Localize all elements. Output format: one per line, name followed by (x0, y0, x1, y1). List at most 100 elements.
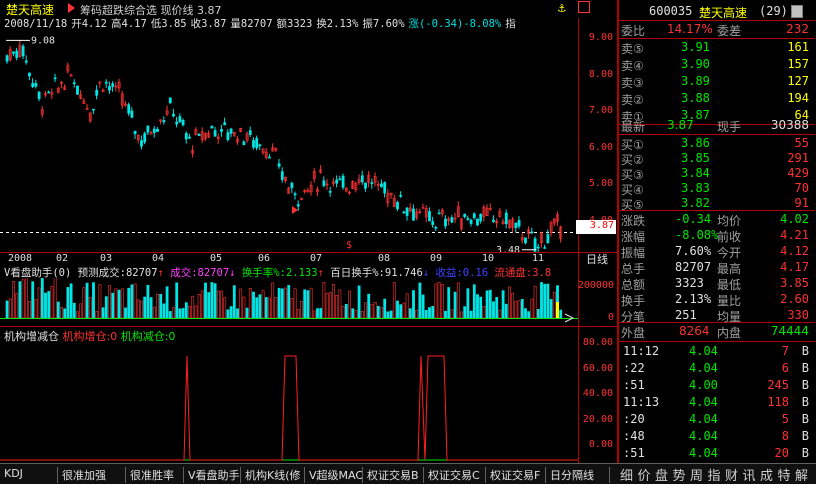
tab-9[interactable]: 日分隔线 (546, 467, 610, 483)
bid-price: 3.86 (681, 136, 710, 150)
stat-row: 振幅 7.60% 今开 4.12 (619, 243, 815, 260)
tab-0[interactable]: KDJ (0, 467, 58, 483)
tick-vol: 118 (767, 395, 789, 409)
month-tick: 2008 (8, 253, 33, 264)
tick-vol: 20 (774, 446, 789, 460)
tab-3[interactable]: V看盘助手 (184, 467, 241, 483)
price-tick: 7.00 (588, 105, 613, 116)
tick-time: :48 (623, 429, 645, 443)
tab-6[interactable]: 权证交易B (363, 467, 424, 483)
stat-value: -8.08% (675, 228, 719, 242)
institution-chart[interactable] (0, 340, 578, 462)
tab-4[interactable]: 机构K线(修 (241, 467, 305, 483)
tab-19[interactable]: 特 (778, 465, 795, 481)
ask-row: 卖② 3.88 194 (619, 90, 815, 107)
tab-8[interactable]: 权证交易F (486, 467, 546, 483)
month-tick: 03 (100, 253, 113, 264)
price-info-line: 2008/11/18 开4.12 高4.17 低3.85 收3.87 量82707 额332… (4, 16, 520, 30)
price-tick: 5.00 (588, 178, 613, 189)
bid-price: 3.85 (681, 151, 710, 165)
tab-5[interactable]: V超级MACD (305, 467, 363, 483)
info-open: 开4.12 (71, 18, 108, 30)
ask-label: 卖⑤ (621, 42, 644, 56)
ask-row: 卖④ 3.90 157 (619, 56, 815, 73)
tick-time: :20 (623, 412, 645, 426)
info-amount: 额3323 (276, 18, 313, 30)
bid-vol: 55 (794, 136, 809, 150)
month-tick: 09 (430, 253, 443, 264)
stat-value: 7.60% (675, 244, 712, 258)
weicha-label: 委差 (717, 24, 742, 38)
tab-1[interactable]: 很准加强 (58, 467, 126, 483)
signal-s-icon: $ (346, 240, 352, 251)
bid-price: 3.84 (681, 166, 710, 180)
bid-vol: 291 (787, 151, 809, 165)
volume-chart[interactable] (0, 278, 578, 324)
ask-vol: 157 (787, 57, 809, 71)
tab-12[interactable]: 盘 (655, 465, 672, 481)
panel-toggle-icon[interactable] (791, 5, 803, 18)
tick-time: :51 (623, 446, 645, 460)
ask-label: 卖① (621, 110, 644, 124)
inst-tick: 80.00 (582, 337, 613, 348)
tab-11[interactable]: 价 (638, 465, 655, 481)
ask-vol: 161 (787, 40, 809, 54)
info-close: 收3.87 (190, 18, 227, 30)
tab-14[interactable]: 周 (690, 465, 707, 481)
tab-2[interactable]: 很准胜率 (126, 467, 184, 483)
window-icon[interactable] (578, 1, 590, 13)
bid-vol: 70 (794, 181, 809, 195)
tab-7[interactable]: 权证交易C (424, 467, 486, 483)
tab-17[interactable]: 讯 (743, 465, 760, 481)
tick-time: :22 (623, 361, 645, 375)
inner-value: 74444 (770, 324, 809, 338)
tick-row: 11:12 4.04 7 B (619, 343, 815, 360)
stat-value-2: 4.12 (780, 244, 809, 258)
stat-label: 分笔 (621, 310, 646, 324)
info-high: 高4.17 (111, 18, 147, 30)
tick-row: :22 4.04 6 B (619, 360, 815, 377)
month-tick: 11 (532, 253, 545, 264)
anchor-icon[interactable]: ⚓ (558, 1, 566, 16)
outer-value: 8264 (679, 324, 710, 338)
tick-side: B (801, 429, 809, 443)
tab-20[interactable]: 解 (795, 465, 812, 481)
ask-price: 3.90 (681, 57, 710, 71)
price-tick: 6.00 (588, 141, 613, 153)
bid-row: 买⑤ 3.82 91 (619, 195, 815, 212)
stat-value: 2.13% (675, 292, 712, 306)
play-arrow-icon[interactable] (68, 3, 75, 13)
ask-price: 3.87 (681, 108, 710, 122)
tab-13[interactable]: 势 (673, 465, 690, 481)
tick-time: 11:12 (623, 344, 660, 358)
current-price-tag: 3.87 (576, 220, 616, 234)
tick-price: 4.04 (689, 361, 718, 375)
ask-row: 卖① 3.87 64 (619, 107, 815, 124)
inst-tick: 20.00 (582, 413, 613, 425)
tick-price: 4.04 (689, 446, 718, 460)
info-low: 低3.85 (150, 18, 187, 30)
tab-18[interactable]: 成 (760, 465, 777, 481)
stat-value: -0.34 (675, 212, 712, 226)
info-turnover: 换2.13% (316, 18, 359, 30)
tick-time: :51 (623, 378, 645, 392)
info-date: 2008/11/18 (4, 18, 68, 30)
date-axis: 2008 02 03 04 05 06 07 08 09 10 11 (0, 252, 617, 264)
stat-row: 涨跌 -0.34 均价 4.02 (619, 211, 815, 228)
tab-15[interactable]: 指 (708, 465, 725, 481)
tab-10[interactable]: 细 (620, 465, 637, 481)
tab-16[interactable]: 财 (725, 465, 742, 481)
ask-vol: 64 (794, 108, 809, 122)
tick-row: :51 4.00 245 B (619, 377, 815, 394)
info-amplitude: 振7.60% (362, 18, 405, 30)
stat-row: 换手 2.13% 量比 2.60 (619, 291, 815, 308)
month-tick: 10 (482, 253, 495, 264)
ask-row: 卖⑤ 3.91 161 (619, 39, 815, 56)
tick-row: :20 4.04 5 B (619, 411, 815, 428)
tick-row: :48 4.04 8 B (619, 428, 815, 445)
month-tick: 06 (258, 253, 271, 264)
candlestick-chart[interactable]: 9.08 3.48 $ (0, 30, 578, 252)
month-tick: 05 (210, 253, 223, 264)
inst-tick: 40.00 (582, 388, 613, 399)
ask-label: 卖③ (621, 76, 644, 90)
